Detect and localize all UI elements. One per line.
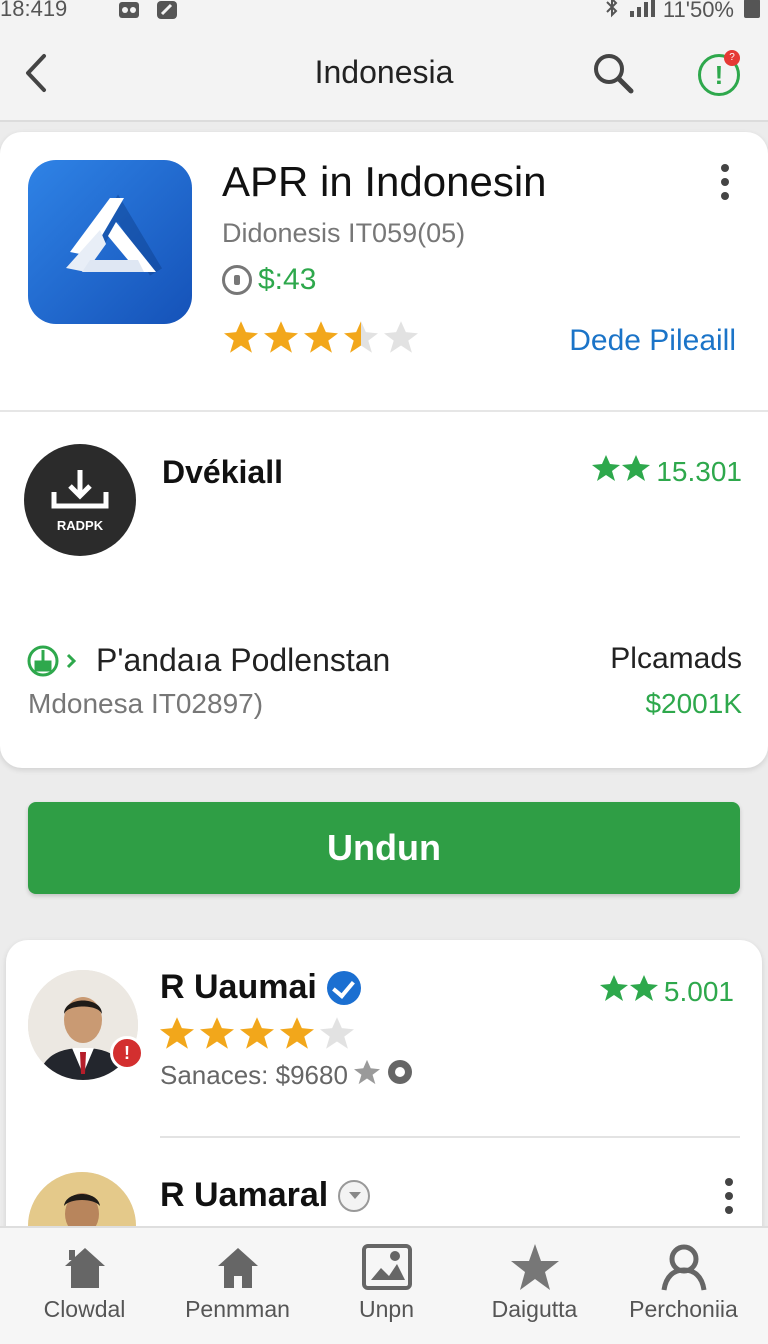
plugin-subtitle: Mdonesa IT02897) [28, 688, 264, 719]
plugin-icon [26, 644, 86, 678]
app-rating-stars [224, 320, 424, 354]
rating-star-icon [200, 1017, 234, 1049]
app-price: $:43 [258, 263, 317, 296]
status-bar: 18:419 11'50% [0, 0, 768, 28]
rating-star-icon [384, 321, 418, 353]
details-link[interactable]: Dede Pileaill [569, 324, 736, 358]
reviews-card: ! R Uaumai 5.001 Sanaces: $9680 R Uamara… [6, 940, 762, 1260]
star-icon [510, 1244, 559, 1290]
nav-item-penmman[interactable]: Penmman [161, 1228, 314, 1344]
price-row: $:43 [222, 262, 316, 298]
plugin-price: $2001K [645, 688, 742, 719]
nav-label: Unpn [359, 1296, 414, 1322]
reviewer-rating-stars [160, 1016, 360, 1050]
verified-icon [326, 970, 361, 1005]
more-options-button[interactable] [714, 1176, 744, 1216]
battery-icon [742, 0, 762, 24]
download-badge-label: RADPK [56, 518, 104, 533]
app-logo-icon[interactable] [28, 160, 192, 324]
more-options-button[interactable] [710, 162, 740, 202]
reviewer-stat: 5.001 [599, 974, 734, 1009]
reviewer-name: R Uaumai [160, 968, 361, 1007]
more-vertical-icon [721, 164, 729, 200]
nav-label: Daigutta [491, 1296, 578, 1322]
info-icon [222, 265, 252, 295]
reviewer-sub-text: Sanaces: $9680 [160, 1060, 348, 1090]
search-button[interactable] [590, 50, 636, 96]
nav-item-unpn[interactable]: Unpn [310, 1228, 463, 1344]
plugin-name: P'andaıa Podlenstan [96, 642, 391, 678]
badge-icon [386, 1058, 414, 1093]
page-title: Indonesia [314, 54, 454, 90]
nav-item-perchoniia[interactable]: Perchoniia [607, 1228, 760, 1344]
home-icon [64, 1248, 105, 1288]
bluetooth-icon [603, 0, 621, 24]
divider [160, 1136, 740, 1138]
reviewer-sub: Sanaces: $9680 [160, 1058, 414, 1093]
green-stars-icon [592, 454, 652, 489]
reviewer-alert-badge: ! [110, 1036, 144, 1070]
green-stars-icon [599, 974, 660, 1009]
nav-label: Penmman [185, 1296, 290, 1322]
star-outline-icon [353, 1059, 380, 1092]
app-bar: Indonesia ! ? [0, 28, 768, 122]
nav-item-daigutta[interactable]: Daigutta [458, 1228, 611, 1344]
reviewer-name-text: R Uaumai [160, 968, 317, 1006]
app-title: APR in Indonesin [222, 158, 547, 205]
notification-icon [118, 0, 140, 26]
app-status-icon [156, 0, 178, 26]
download-stat-value: 15.301 [656, 455, 742, 487]
rating-star-icon [280, 1017, 314, 1049]
search-icon [594, 54, 634, 94]
nav-label: Perchoniia [629, 1296, 738, 1322]
reviewer-name: R Uamaral [160, 1176, 371, 1215]
rating-star-icon [264, 321, 298, 353]
download-stat: 15.301 [592, 454, 742, 489]
reviewer-name-text: R Uamaral [160, 1176, 329, 1214]
more-vertical-icon [725, 1178, 733, 1214]
rating-star-icon [320, 1017, 354, 1049]
person-icon [661, 1244, 706, 1291]
rating-star-icon [224, 321, 258, 353]
download-badge-icon[interactable]: RADPK [24, 444, 136, 556]
signal-icon [629, 0, 655, 23]
chevron-down-icon[interactable] [338, 1179, 371, 1212]
rating-star-icon [240, 1017, 274, 1049]
alert-button[interactable]: ! ? [696, 50, 744, 98]
nav-label: Clowdal [43, 1296, 126, 1322]
alert-badge: ? [724, 50, 740, 66]
rating-star-icon [344, 321, 378, 353]
divider [0, 410, 768, 412]
nav-item-clowdal[interactable]: Clowdal [8, 1228, 161, 1344]
battery-text: 11'50% [662, 0, 734, 22]
rating-star-icon [304, 321, 338, 353]
rating-star-icon [160, 1017, 194, 1049]
primary-action-button[interactable]: Undun [28, 802, 740, 894]
home-icon [217, 1248, 258, 1288]
reviewer-stat-value: 5.001 [663, 975, 734, 1007]
image-icon [361, 1244, 412, 1290]
download-title: Dvékiall [162, 454, 283, 490]
app-card: APR in Indonesin Didonesis IT059(05) $:4… [0, 132, 768, 768]
status-time: 18:419 [0, 0, 68, 21]
plugin-right-label: Plcamads [610, 642, 742, 675]
app-subtitle: Didonesis IT059(05) [222, 218, 466, 248]
bottom-nav: Clowdal Penmman Unpn Daigutta Perchoniia [0, 1226, 768, 1344]
